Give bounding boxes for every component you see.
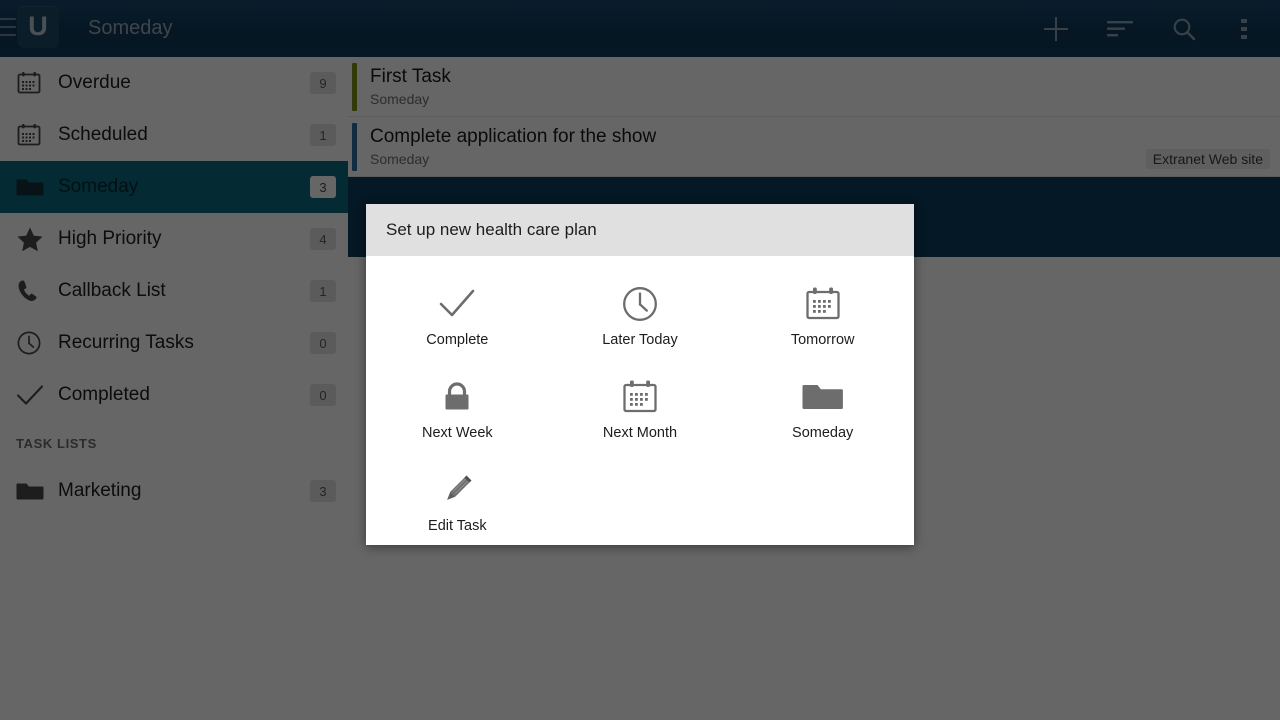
folder-icon <box>16 479 58 503</box>
dialog-body: Complete Later Today Tomorrow Next Week … <box>366 256 914 549</box>
task-title: Complete application for the show <box>370 126 657 147</box>
task-color-bar <box>352 123 357 171</box>
sidebar-item-callback-list[interactable]: Callback List 1 <box>0 265 348 317</box>
hamburger-icon[interactable] <box>0 16 18 40</box>
task-row[interactable]: First Task Someday <box>348 57 1280 117</box>
sidebar-section-header: TASK LISTS <box>16 435 97 451</box>
sidebar-item-label: Recurring Tasks <box>58 332 194 353</box>
sidebar-item-someday[interactable]: Someday 3 <box>0 161 348 213</box>
check-icon <box>16 383 58 407</box>
dialog-option-label: Tomorrow <box>790 332 855 348</box>
calendar-icon <box>16 70 58 96</box>
sidebar-item-recurring-tasks[interactable]: Recurring Tasks 0 <box>0 317 348 369</box>
dialog-option-label: Edit Task <box>428 518 487 534</box>
dialog-option-label: Later Today <box>602 332 678 348</box>
task-title: First Task <box>370 66 451 87</box>
top-action-bar: U Someday <box>0 0 1280 57</box>
dialog-option-next-month[interactable]: Next Month <box>549 363 732 456</box>
sort-icon <box>1106 20 1133 36</box>
dialog-option-label: Next Week <box>422 425 493 441</box>
search-button[interactable] <box>1155 0 1212 57</box>
sidebar-item-label: Completed <box>58 384 150 405</box>
dialog-option-next-week[interactable]: Next Week <box>366 363 549 456</box>
lock-icon <box>438 375 476 419</box>
sidebar-item-high-priority[interactable]: High Priority 4 <box>0 213 348 265</box>
add-task-button[interactable] <box>1027 0 1084 57</box>
sidebar-item-badge: 1 <box>310 280 336 302</box>
sidebar-item-label: Scheduled <box>58 124 148 145</box>
folder-icon <box>802 375 844 419</box>
sidebar-item-badge: 9 <box>310 72 336 94</box>
sidebar-item-badge: 0 <box>310 332 336 354</box>
page-title: Someday <box>88 17 173 39</box>
sort-button[interactable] <box>1091 0 1148 57</box>
sidebar-item-badge: 3 <box>310 176 336 198</box>
sidebar-item-scheduled[interactable]: Scheduled 1 <box>0 109 348 161</box>
task-actions-dialog: Set up new health care plan Complete Lat… <box>366 204 914 545</box>
navigation-drawer: Overdue 9 Scheduled 1 Someday 3 High Pri… <box>0 57 348 720</box>
task-subtitle: Someday <box>370 91 430 107</box>
app-logo[interactable]: U <box>17 6 59 48</box>
phone-icon <box>16 278 58 304</box>
more-vertical-icon <box>1240 18 1247 39</box>
dialog-option-tomorrow[interactable]: Tomorrow <box>731 270 914 363</box>
dialog-option-complete[interactable]: Complete <box>366 270 549 363</box>
search-icon <box>1173 18 1195 40</box>
task-color-bar <box>352 63 357 111</box>
calendar-icon <box>621 375 659 419</box>
task-subtitle: Someday <box>370 151 430 167</box>
task-list-tag: Extranet Web site <box>1145 149 1270 169</box>
sidebar-item-label: Overdue <box>58 72 131 93</box>
sidebar-item-badge: 0 <box>310 384 336 406</box>
app-logo-letter: U <box>28 10 48 41</box>
sidebar-item-label: Callback List <box>58 280 166 301</box>
sidebar-item-badge: 1 <box>310 124 336 146</box>
dialog-option-label: Someday <box>792 425 854 441</box>
star-icon <box>16 226 58 252</box>
sidebar-item-label: High Priority <box>58 228 162 249</box>
dialog-option-label: Next Month <box>602 425 678 441</box>
dialog-option-later-today[interactable]: Later Today <box>549 270 732 363</box>
dialog-options-grid: Complete Later Today Tomorrow Next Week … <box>366 270 914 549</box>
sidebar-item-marketing[interactable]: Marketing 3 <box>0 465 348 517</box>
sidebar-item-label: Someday <box>58 176 139 197</box>
sidebar-item-badge: 4 <box>310 228 336 250</box>
app-screen: U Someday Overdue 9 Scheduled 1 Someday … <box>0 0 1280 720</box>
calendar-icon <box>16 122 58 148</box>
dialog-option-someday[interactable]: Someday <box>731 363 914 456</box>
sidebar-item-label: Marketing <box>58 480 142 501</box>
sidebar-item-badge: 3 <box>310 480 336 502</box>
plus-icon <box>1043 16 1068 41</box>
dialog-option-edit-task[interactable]: Edit Task <box>366 456 549 549</box>
dialog-title: Set up new health care plan <box>366 204 914 256</box>
clock-icon <box>16 330 58 356</box>
calendar-icon <box>804 282 842 326</box>
sidebar-item-completed[interactable]: Completed 0 <box>0 369 348 421</box>
clock-icon <box>621 282 659 326</box>
dialog-option-label: Complete <box>426 332 489 348</box>
pencil-icon <box>437 468 477 512</box>
sidebar-item-overdue[interactable]: Overdue 9 <box>0 57 348 109</box>
overflow-menu-button[interactable] <box>1215 0 1272 57</box>
check-icon <box>437 282 477 326</box>
folder-icon <box>16 175 58 199</box>
task-row[interactable]: Complete application for the show Someda… <box>348 117 1280 177</box>
